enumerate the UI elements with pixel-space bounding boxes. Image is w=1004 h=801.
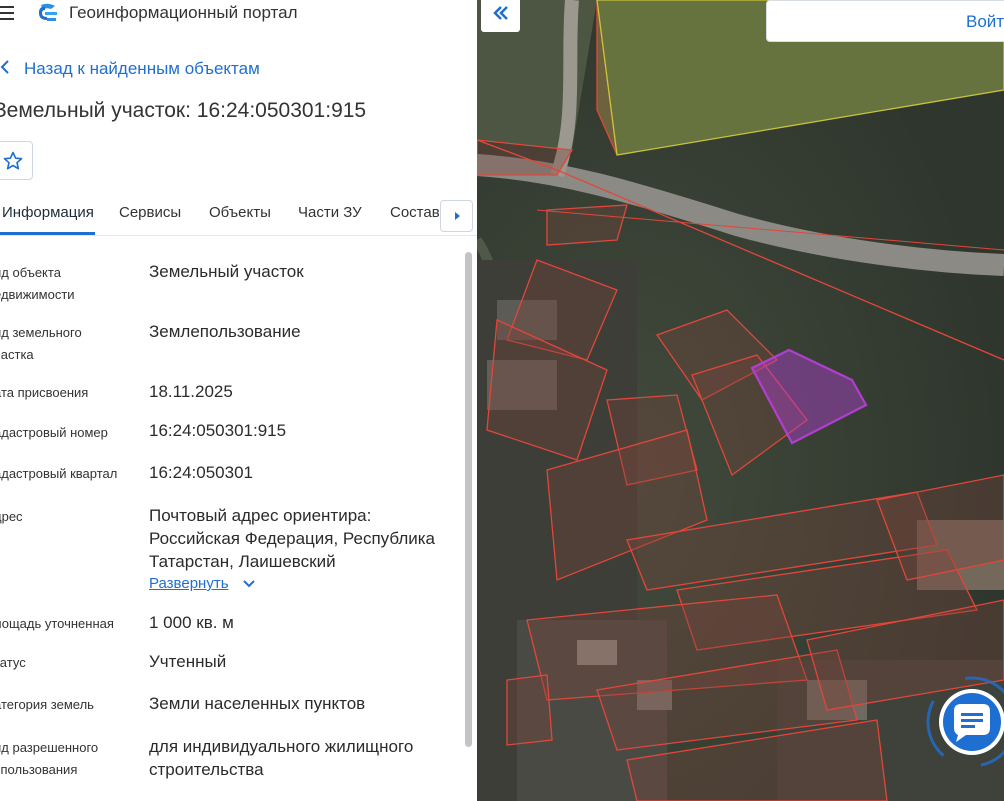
expand-link[interactable]: Развернуть xyxy=(149,575,255,592)
tab-info[interactable]: Информация xyxy=(2,204,94,221)
tab-objects[interactable]: Объекты xyxy=(209,204,271,221)
property-value: Земли населенных пунктов xyxy=(149,694,366,713)
panel-scrollbar[interactable] xyxy=(465,252,472,747)
property-label: ид объекта едвижимости xyxy=(0,265,75,302)
property-value: Земельный участок xyxy=(149,262,304,281)
property-value: Землепользование xyxy=(149,322,301,341)
collapse-panel-button[interactable] xyxy=(481,0,520,32)
property-label: ид земельного частка xyxy=(0,325,82,362)
expand-link-label: Развернуть xyxy=(149,575,229,592)
property-label: адастровый номер xyxy=(0,425,108,440)
property-value: Учтенный xyxy=(149,652,227,671)
property-value: Почтовый адрес ориентира: Российская Фед… xyxy=(149,506,436,571)
star-icon xyxy=(3,151,22,169)
favorite-button[interactable] xyxy=(0,141,33,180)
property-label: дрес xyxy=(0,509,23,524)
property-value: 18.11.2025 xyxy=(149,382,233,401)
property-value: для индивидуального жилищного строительс… xyxy=(149,737,414,779)
chevron-left-icon xyxy=(0,59,24,79)
back-link[interactable]: Назад к найденным объектам xyxy=(0,59,260,79)
page-title: Земельный участок: 16:24:050301:915 xyxy=(0,99,367,122)
app: Геоинформационный портал Назад к найденн… xyxy=(0,0,1004,801)
property-value: 16:24:050301 xyxy=(149,463,253,482)
login-button[interactable]: Войт xyxy=(766,0,1004,42)
tabs: Информация Сервисы Объекты Части ЗУ Сост… xyxy=(0,196,477,236)
menu-icon[interactable] xyxy=(0,6,14,20)
satellite-map xyxy=(477,0,1004,801)
header: Геоинформационный портал xyxy=(0,0,477,28)
property-label: атегория земель xyxy=(0,697,94,712)
tabs-next-button[interactable] xyxy=(440,200,473,232)
login-label: Войт xyxy=(966,12,1004,31)
property-value: 1 000 кв. м xyxy=(149,613,234,632)
caret-right-icon xyxy=(454,212,460,220)
back-link-label: Назад к найденным объектам xyxy=(24,59,260,78)
map[interactable]: Войт xyxy=(477,0,1004,801)
info-panel: Геоинформационный портал Назад к найденн… xyxy=(0,0,477,801)
portal-logo-icon xyxy=(39,3,57,21)
property-label: ата присвоения xyxy=(0,385,89,400)
active-tab-indicator xyxy=(0,232,95,235)
double-chevron-left-icon xyxy=(492,6,508,20)
property-label: татус xyxy=(0,655,26,670)
tab-services[interactable]: Сервисы xyxy=(119,204,181,221)
property-label: ид разрешенного спользования xyxy=(0,740,99,777)
chat-button[interactable] xyxy=(926,676,1004,768)
property-label: лощадь уточненная xyxy=(0,616,114,631)
app-title: Геоинформационный портал xyxy=(69,3,298,22)
properties-list: ид объекта едвижимости Земельный участок… xyxy=(0,236,465,801)
property-value: 16:24:050301:915 xyxy=(149,421,287,440)
tab-parts[interactable]: Части ЗУ xyxy=(298,204,362,221)
tab-composition[interactable]: Состав xyxy=(390,204,440,221)
chevron-down-icon xyxy=(242,579,255,587)
property-label: адастровый квартал xyxy=(0,466,118,481)
